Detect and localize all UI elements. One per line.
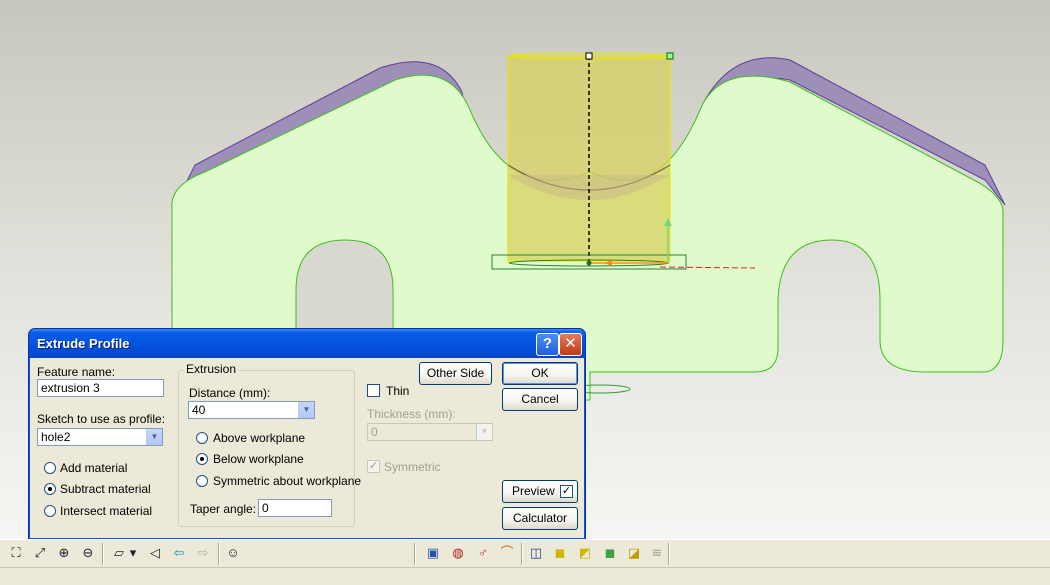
cancel-button[interactable]: Cancel bbox=[502, 388, 578, 411]
sketch-select-value: hole2 bbox=[41, 430, 71, 444]
preview-button[interactable]: Preview ✓ bbox=[502, 480, 578, 503]
pipe-icon[interactable]: ⌒ bbox=[498, 544, 516, 562]
above-workplane-label: Above workplane bbox=[213, 431, 306, 445]
radio-intersect-material[interactable] bbox=[44, 505, 56, 517]
radio-subtract-material[interactable] bbox=[44, 483, 56, 495]
smiley-icon[interactable]: ☺ bbox=[224, 544, 242, 562]
revolve-icon[interactable]: ◍ bbox=[449, 544, 467, 562]
view-plane-icon[interactable]: ⏥ bbox=[110, 544, 128, 562]
thin-checkbox[interactable] bbox=[367, 384, 380, 397]
distance-select-value: 40 bbox=[192, 403, 206, 417]
calculator-button[interactable]: Calculator bbox=[502, 507, 578, 530]
thickness-select: 0 ▼ bbox=[367, 423, 493, 441]
sketch-label: Sketch to use as profile: bbox=[37, 412, 166, 426]
forward-arrow-icon: ⇨ bbox=[197, 545, 209, 560]
dialog-titlebar[interactable]: Extrude Profile ? ✕ bbox=[29, 329, 585, 358]
intersect-material-label: Intersect material bbox=[60, 504, 153, 518]
zoom-in-icon[interactable]: ⊕ bbox=[55, 544, 73, 562]
extrusion-group-title: Extrusion bbox=[184, 362, 239, 376]
thickness-label: Thickness (mm): bbox=[367, 407, 456, 421]
thin-label: Thin bbox=[386, 384, 410, 398]
shell-icon[interactable]: ◩ bbox=[576, 544, 594, 562]
chevron-down-icon[interactable]: ▼ bbox=[298, 402, 314, 418]
dropdown-arrow-icon[interactable]: ▾ bbox=[128, 544, 138, 562]
toolbar-separator bbox=[668, 543, 670, 565]
distance-select[interactable]: 40 ▼ bbox=[188, 401, 315, 419]
symmetric-workplane-label: Symmetric about workplane bbox=[213, 474, 362, 488]
thickness-select-value: 0 bbox=[371, 425, 378, 439]
taper-angle-input[interactable]: 0 bbox=[258, 499, 332, 517]
radio-below-workplane[interactable] bbox=[196, 453, 208, 465]
zoom-window-icon[interactable]: ⤢ bbox=[31, 544, 49, 562]
extrude-profile-dialog: Extrude Profile ? ✕ Feature name: extrus… bbox=[28, 328, 586, 540]
sweep-icon[interactable]: ♂ bbox=[474, 544, 492, 562]
zoom-fit-icon[interactable]: ⛶ bbox=[7, 544, 25, 562]
cube-yellow-icon[interactable]: ◼ bbox=[551, 544, 569, 562]
close-icon: ✕ bbox=[564, 335, 577, 352]
feature-name-input[interactable]: extrusion 3 bbox=[37, 379, 164, 397]
status-bar bbox=[0, 567, 1050, 585]
help-button[interactable]: ? bbox=[536, 333, 559, 356]
below-workplane-label: Below workplane bbox=[213, 452, 304, 466]
distance-label: Distance (mm): bbox=[189, 386, 271, 400]
bottom-toolbar: ⛶ ⤢ ⊕ ⊖ ⏥ ▾ ◁ ⇦ ⇨ ☺ ▣ ◍ ♂ ⌒ ◫ ◼ ◩ ◼ ◪ ≋ bbox=[0, 539, 1050, 568]
preview-label: Preview bbox=[512, 484, 555, 498]
handle-top[interactable] bbox=[585, 52, 593, 60]
hole-icon[interactable]: ◫ bbox=[527, 544, 545, 562]
radio-above-workplane[interactable] bbox=[196, 432, 208, 444]
radio-symmetric-workplane[interactable] bbox=[196, 475, 208, 487]
add-material-label: Add material bbox=[60, 461, 128, 475]
chevron-down-icon[interactable]: ▼ bbox=[146, 429, 162, 445]
handle-corner[interactable] bbox=[666, 52, 674, 60]
symmetric-label: Symmetric bbox=[384, 460, 441, 474]
feature-name-label: Feature name: bbox=[37, 365, 116, 379]
chevron-down-icon: ▼ bbox=[476, 424, 492, 440]
preview-checkbox[interactable]: ✓ bbox=[560, 485, 573, 498]
ok-button[interactable]: OK bbox=[502, 362, 578, 385]
slot-cutout-left bbox=[295, 239, 394, 331]
subtract-material-label: Subtract material bbox=[60, 482, 151, 496]
close-button[interactable]: ✕ bbox=[559, 333, 582, 356]
extrude-icon[interactable]: ▣ bbox=[424, 544, 442, 562]
stack-icon[interactable]: ≋ bbox=[648, 544, 666, 562]
help-icon: ? bbox=[542, 335, 553, 352]
dialog-title: Extrude Profile bbox=[37, 336, 130, 351]
look-at-icon[interactable]: ◁ bbox=[146, 544, 164, 562]
cube-green-icon[interactable]: ◼ bbox=[601, 544, 619, 562]
zoom-out-icon[interactable]: ⊖ bbox=[79, 544, 97, 562]
taper-angle-label: Taper angle: bbox=[190, 502, 257, 516]
back-arrow-icon[interactable]: ⇦ bbox=[170, 544, 188, 562]
sketch-select[interactable]: hole2 ▼ bbox=[37, 428, 163, 446]
toolbar-separator bbox=[102, 543, 104, 565]
toolbar-separator bbox=[218, 543, 220, 565]
cube-fillet-icon[interactable]: ◪ bbox=[625, 544, 643, 562]
radio-add-material[interactable] bbox=[44, 462, 56, 474]
other-side-button[interactable]: Other Side bbox=[419, 362, 492, 385]
toolbar-separator bbox=[521, 543, 523, 565]
toolbar-separator bbox=[414, 543, 416, 565]
symmetric-checkbox: ✓ bbox=[367, 460, 380, 473]
